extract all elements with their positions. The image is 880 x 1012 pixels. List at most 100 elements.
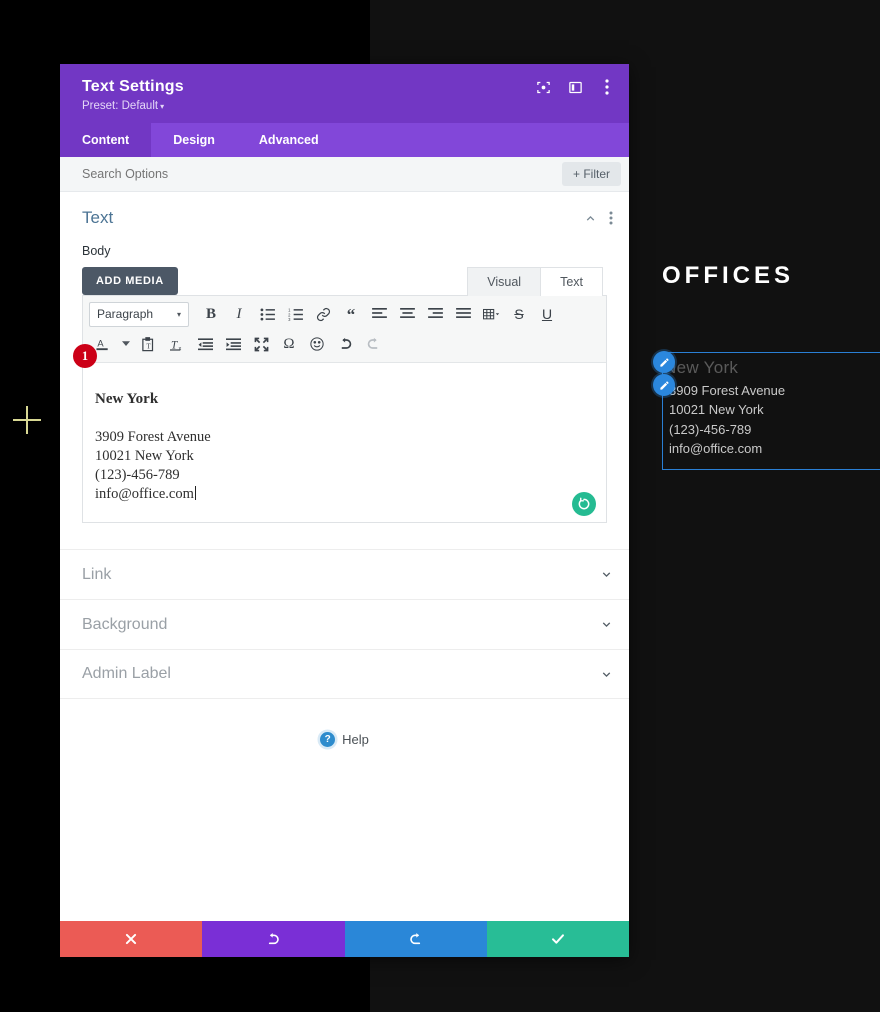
decrease-indent-icon[interactable]: [191, 331, 219, 357]
italic-icon[interactable]: I: [225, 301, 253, 327]
layout-panel-icon[interactable]: [567, 79, 583, 95]
editor-city-heading: New York: [95, 391, 159, 407]
wysiwyg-editor: Paragraph ▾ B I 123 “ S U A T T x Ω 1 Ne…: [73, 295, 607, 523]
chevron-up-icon[interactable]: [584, 212, 597, 225]
bulleted-list-icon[interactable]: [253, 301, 281, 327]
align-center-icon[interactable]: [393, 301, 421, 327]
text-section-header: Text: [60, 192, 629, 238]
accordion-link[interactable]: Link: [60, 549, 629, 599]
editor-toolbar: Paragraph ▾ B I 123 “ S U A T T x Ω: [83, 296, 606, 363]
strikethrough-icon[interactable]: S: [505, 301, 533, 327]
more-vertical-icon[interactable]: [609, 211, 613, 225]
chevron-down-icon: ▾: [160, 102, 165, 111]
undo-button[interactable]: [202, 921, 345, 957]
step-badge: 1: [73, 344, 97, 368]
search-input[interactable]: [82, 167, 562, 181]
table-icon[interactable]: [477, 301, 505, 327]
format-select[interactable]: Paragraph ▾: [89, 301, 189, 327]
bold-icon[interactable]: B: [197, 301, 225, 327]
preview-address-line: info@office.com: [669, 441, 763, 456]
redo-button[interactable]: [344, 921, 487, 957]
svg-text:3: 3: [288, 317, 291, 321]
accordion-label: Background: [82, 615, 168, 633]
increase-indent-icon[interactable]: [219, 331, 247, 357]
crosshair-cursor: [13, 406, 41, 434]
help-link[interactable]: ? Help: [60, 699, 629, 747]
align-left-icon[interactable]: [365, 301, 393, 327]
toolbar-row-2: A T Tx Ω: [89, 331, 600, 357]
focus-icon[interactable]: [535, 79, 551, 95]
more-vertical-icon[interactable]: [599, 79, 615, 95]
svg-text:T: T: [146, 342, 151, 350]
editor-mode-tabs: Visual Text: [467, 267, 603, 296]
filter-button[interactable]: + Filter: [561, 162, 621, 186]
modal-tabs: Content Design Advanced: [60, 123, 629, 157]
numbered-list-icon[interactable]: 123: [281, 301, 309, 327]
accordion-label: Link: [82, 565, 112, 583]
link-icon[interactable]: [309, 301, 337, 327]
preview-edit-pencil-icon[interactable]: [653, 351, 675, 373]
page-preview: OFFICES 3909 Forest Avenue 10021 New Yor…: [640, 240, 880, 470]
svg-text:x: x: [178, 346, 181, 352]
tab-content[interactable]: Content: [60, 123, 152, 157]
svg-text:A: A: [97, 338, 104, 348]
fullscreen-icon[interactable]: [247, 331, 275, 357]
preset-selector[interactable]: Preset: Default ▾: [82, 100, 611, 112]
tab-design[interactable]: Design: [151, 123, 237, 157]
format-select-value: Paragraph: [97, 307, 154, 321]
preview-city-heading: New York: [664, 358, 739, 377]
emoji-icon[interactable]: [303, 331, 331, 357]
body-field-label: Body: [82, 244, 111, 258]
modal-action-bar: [60, 921, 629, 957]
help-icon: ?: [320, 732, 336, 747]
options-accordion: Link Background Admin Label: [60, 549, 629, 699]
tab-text[interactable]: Text: [541, 267, 603, 296]
header-icon-group: [535, 79, 615, 95]
underline-icon[interactable]: U: [533, 301, 561, 327]
paste-as-text-icon[interactable]: T: [135, 331, 163, 357]
accordion-admin-label[interactable]: Admin Label: [60, 649, 629, 699]
editor-line: info@office.com: [95, 486, 194, 502]
chevron-down-icon: [600, 568, 613, 581]
text-caret: [194, 486, 196, 500]
text-settings-modal: Text Settings Preset: Default ▾ Content …: [60, 64, 629, 957]
screen: OFFICES 3909 Forest Avenue 10021 New Yor…: [0, 0, 880, 1012]
preview-heading: OFFICES: [662, 262, 795, 289]
section-title: Text: [82, 208, 114, 227]
preview-address-line: (123)-456-789: [669, 421, 752, 437]
loading-spinner-icon: [572, 492, 596, 516]
blockquote-icon[interactable]: “: [337, 301, 365, 327]
special-character-icon[interactable]: Ω: [275, 331, 303, 357]
help-label: Help: [342, 732, 369, 747]
align-right-icon[interactable]: [421, 301, 449, 327]
editor-line: 10021 New York: [95, 448, 194, 464]
chevron-down-icon: [600, 668, 613, 681]
cancel-button[interactable]: [60, 921, 203, 957]
undo-icon[interactable]: [331, 331, 359, 357]
preset-label: Preset: Default: [82, 100, 159, 112]
clear-formatting-icon[interactable]: Tx: [163, 331, 191, 357]
modal-header: Text Settings Preset: Default ▾: [60, 64, 629, 123]
preview-address-line: 3909 Forest Avenue: [669, 382, 786, 398]
accordion-label: Admin Label: [82, 665, 171, 682]
chevron-down-icon: ▾: [176, 309, 181, 319]
media-row: ADD MEDIA Visual Text: [60, 258, 629, 296]
editor-line: (123)-456-789: [95, 467, 180, 483]
save-button[interactable]: [486, 921, 629, 957]
preview-edit-pencil-icon[interactable]: [653, 374, 675, 396]
editor-content-area[interactable]: 1 New York 3909 Forest Avenue 10021 New …: [73, 344, 606, 522]
add-media-button[interactable]: ADD MEDIA: [82, 267, 178, 295]
chevron-down-icon[interactable]: [117, 331, 135, 357]
toolbar-row-1: Paragraph ▾ B I 123 “ S U: [89, 301, 600, 327]
preview-address-line: 10021 New York: [669, 402, 764, 417]
align-justify-icon[interactable]: [449, 301, 477, 327]
tab-advanced[interactable]: Advanced: [237, 123, 341, 157]
search-bar: + Filter: [60, 157, 629, 192]
chevron-down-icon: [600, 618, 613, 631]
accordion-background[interactable]: Background: [60, 599, 629, 649]
page-title: Text Settings: [82, 78, 184, 95]
redo-icon[interactable]: [359, 331, 387, 357]
tab-visual[interactable]: Visual: [467, 267, 542, 296]
editor-line: 3909 Forest Avenue: [95, 429, 211, 445]
editor-line-with-caret: info@office.com: [95, 485, 586, 504]
